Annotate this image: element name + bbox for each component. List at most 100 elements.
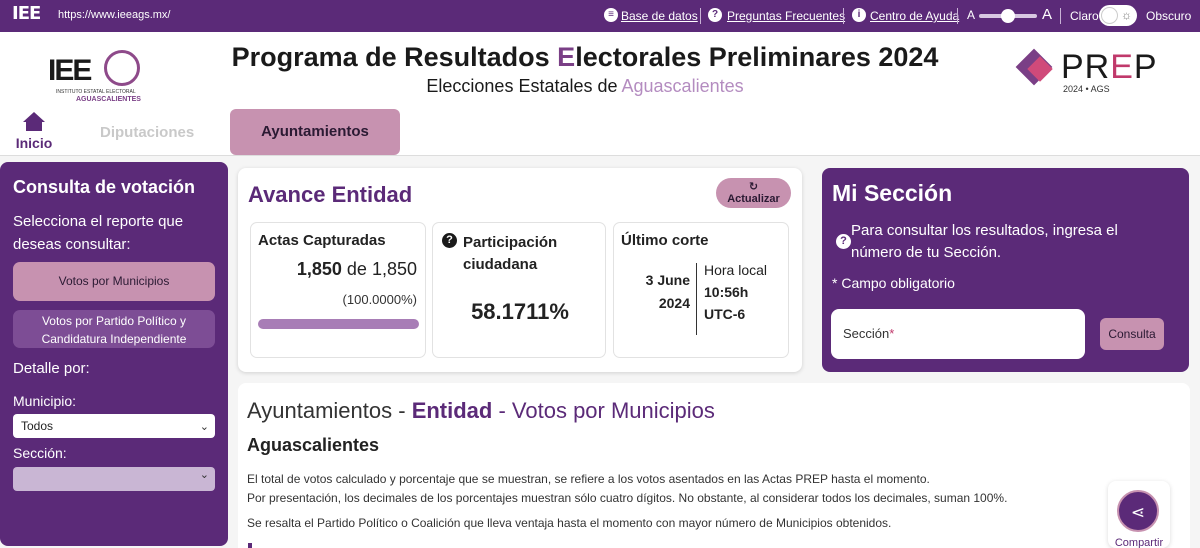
title-highlight: E <box>557 42 576 72</box>
seccion-input[interactable]: Sección* <box>831 309 1085 359</box>
iee-logo-line2: AGUASCALIENTES <box>76 96 141 103</box>
divider <box>1060 8 1061 24</box>
hora-local-label: Hora local <box>704 262 768 278</box>
chevron-down-icon: ⌄ <box>199 469 209 481</box>
help-icon[interactable]: ? <box>836 234 851 249</box>
seccion-input-label: Sección <box>843 326 890 341</box>
share-label: Compartir <box>1114 537 1164 548</box>
preguntas-frecuentes-link[interactable]: Preguntas Frecuentes <box>727 9 845 23</box>
note-line: El total de votos calculado y porcentaje… <box>247 472 930 486</box>
corte-date: 3 June 2024 <box>634 269 690 315</box>
required-note: * Campo obligatorio <box>832 275 955 291</box>
avance-title: Avance Entidad <box>248 182 413 207</box>
share-icon: ⋖ <box>1117 490 1159 532</box>
actas-title: Actas Capturadas <box>258 232 386 249</box>
actas-capturadas-card: Actas Capturadas 1,850 de 1,850 (100.000… <box>250 222 426 358</box>
top-bar: IEE https://www.ieeags.mx/ ≡ Base de dat… <box>0 0 1200 32</box>
prep-year: 2024 • AGS <box>1063 84 1110 94</box>
actas-of: de <box>346 259 367 279</box>
results-subtitle: Aguascalientes <box>247 435 380 455</box>
prep-part: E <box>1110 48 1134 86</box>
actas-count: 1,850 de 1,850 <box>297 259 417 280</box>
toggle-knob <box>1101 7 1118 24</box>
title-part: lectorales Preliminares 2024 <box>575 42 939 72</box>
actas-percent: (100.0000%) <box>342 292 417 307</box>
theme-toggle[interactable]: ☼ <box>1099 5 1137 26</box>
home-icon <box>23 112 45 122</box>
tab-diputaciones[interactable]: Diputaciones <box>100 124 194 141</box>
chevron-down-icon: ⌄ <box>199 421 209 433</box>
font-size-large-label: A <box>1042 6 1053 23</box>
help-icon[interactable]: ? <box>442 233 457 248</box>
home-label: Inicio <box>15 135 53 151</box>
centro-de-ayuda-link[interactable]: Centro de Ayuda <box>870 9 959 23</box>
prep-part: P <box>1133 48 1158 86</box>
detalle-label: Detalle por: <box>13 360 90 377</box>
divider <box>843 8 844 24</box>
actualizar-button[interactable]: ↻ Actualizar <box>716 178 791 208</box>
heading-part: Ayuntamientos - <box>247 398 412 423</box>
municipio-select[interactable]: Todos ⌄ <box>13 414 215 438</box>
sidebar-prompt: Selecciona el reporte que deseas consult… <box>13 213 184 253</box>
actas-progress-fill <box>258 319 419 329</box>
prep-part: PR <box>1061 48 1111 86</box>
divider <box>700 8 701 24</box>
corte-title: Último corte <box>621 232 709 249</box>
title-part: Programa de Resultados <box>231 42 558 72</box>
page-title: Programa de Resultados Electorales Preli… <box>0 42 1170 73</box>
corte-time: Hora local 10:56h UTC-6 <box>704 259 767 325</box>
results-highlight-note: Se resalta el Partido Político o Coalici… <box>247 516 892 530</box>
seccion-select[interactable]: ⌄ <box>13 467 215 491</box>
required-asterisk: * <box>889 326 895 341</box>
votos-por-partido-button[interactable]: Votos por Partido Político y Candidatura… <box>13 310 215 348</box>
home-icon-body <box>26 122 42 131</box>
votos-por-municipios-button[interactable]: Votos por Municipios <box>13 262 215 301</box>
corte-hour: 10:56h <box>704 284 749 300</box>
theme-light-label: Claro <box>1070 9 1099 23</box>
results-note: El total de votos calculado y porcentaje… <box>247 470 1147 508</box>
section-marker <box>248 543 252 548</box>
font-size-small-label: A <box>967 8 976 22</box>
site-url[interactable]: https://www.ieeags.mx/ <box>58 9 171 21</box>
heading-part: - Votos por Municipios <box>492 398 715 423</box>
note-line: Por presentación, los decimales de los p… <box>247 491 1008 505</box>
consulta-button[interactable]: Consulta <box>1100 318 1164 350</box>
results-section: Ayuntamientos - Entidad - Votos por Muni… <box>238 383 1190 548</box>
info-icon: i <box>852 8 866 22</box>
corte-timezone: UTC-6 <box>704 306 746 322</box>
consulta-sidebar: Consulta de votación Selecciona el repor… <box>0 162 228 546</box>
actas-total: 1,850 <box>371 259 417 279</box>
participacion-value: 58.1711% <box>471 299 569 324</box>
site-header: IEE INSTITUTO ESTATAL ELECTORAL AGUASCAL… <box>0 32 1200 108</box>
font-size-slider[interactable] <box>979 9 1037 23</box>
subtitle-part: Elecciones Estatales de <box>426 76 622 96</box>
results-heading: Ayuntamientos - Entidad - Votos por Muni… <box>247 398 715 424</box>
main-nav: Inicio Diputaciones Ayuntamientos <box>0 108 1200 156</box>
home-link[interactable]: Inicio <box>14 110 54 151</box>
iee-mini-logo[interactable]: IEE <box>12 3 41 24</box>
divider <box>957 8 958 24</box>
sun-icon: ☼ <box>1121 8 1132 22</box>
share-button[interactable]: ⋖ Compartir <box>1108 481 1170 548</box>
municipio-value: Todos <box>21 419 54 433</box>
mi-seccion-title: Mi Sección <box>832 180 953 206</box>
actualizar-label: Actualizar <box>727 193 780 205</box>
mi-seccion-card: Mi Sección ? Para consultar los resultad… <box>822 168 1189 372</box>
mi-seccion-text: Para consultar los resultados, ingresa e… <box>851 222 1118 261</box>
divider <box>696 263 697 335</box>
sidebar-title: Consulta de votación <box>13 177 196 197</box>
button-line: Candidatura Independiente <box>41 332 187 346</box>
actas-progress-bar <box>258 319 419 329</box>
prep-wordmark: PREP <box>1061 48 1158 87</box>
database-icon: ≡ <box>604 8 618 22</box>
corte-date-line: 3 June <box>645 272 690 288</box>
base-de-datos-link[interactable]: Base de datos <box>621 9 698 23</box>
avance-entidad-card: Avance Entidad ↻ Actualizar Actas Captur… <box>238 168 802 372</box>
corte-date-line: 2024 <box>658 295 690 311</box>
question-icon: ? <box>708 8 722 22</box>
tab-ayuntamientos[interactable]: Ayuntamientos <box>230 109 400 155</box>
seccion-label: Sección: <box>13 445 67 461</box>
participacion-card: ? Participación ciudadana 58.1711% <box>432 222 606 358</box>
slider-knob[interactable] <box>1001 9 1015 23</box>
prep-logo: PREP 2024 • AGS <box>1015 46 1167 96</box>
